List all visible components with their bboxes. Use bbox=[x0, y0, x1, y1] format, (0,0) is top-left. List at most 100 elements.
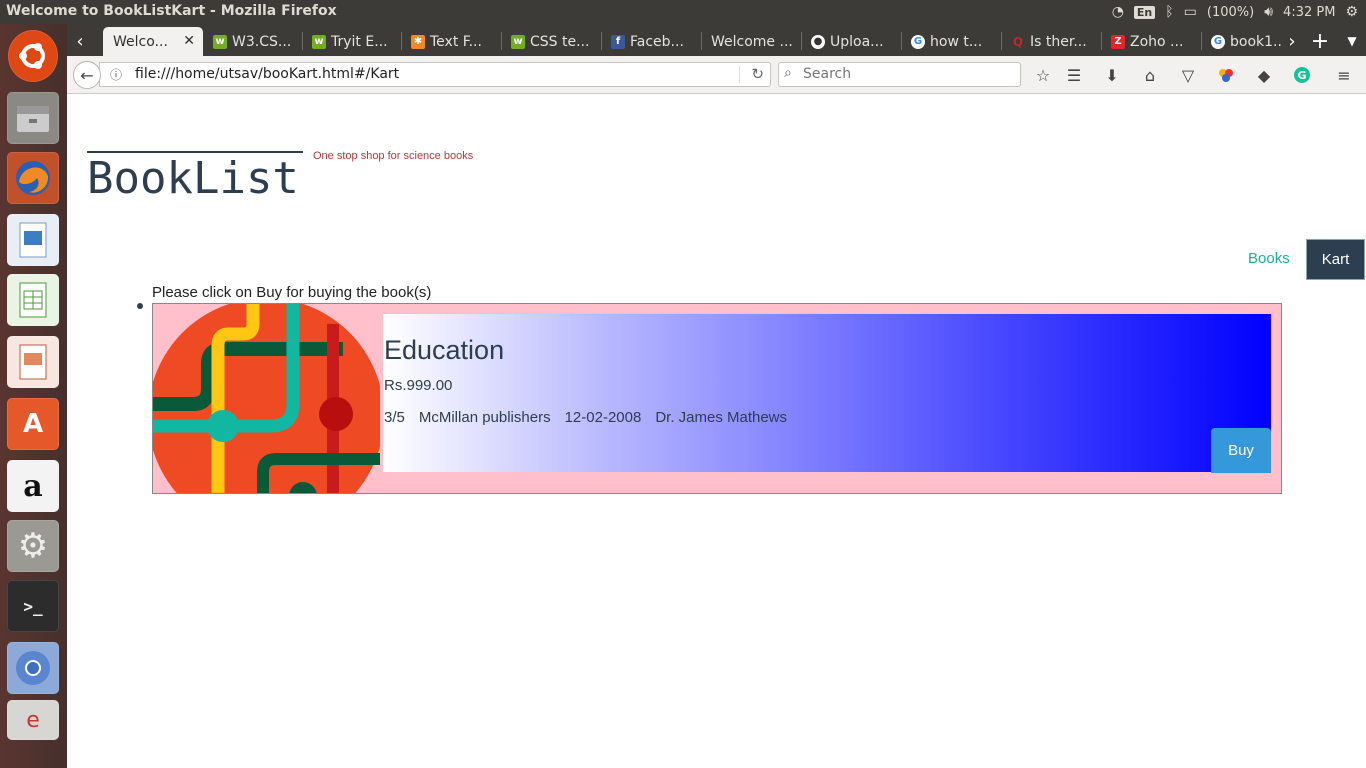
pocket-icon[interactable]: ▽ bbox=[1177, 65, 1199, 85]
book-rating: 3/5 bbox=[384, 409, 405, 426]
extension-arrow-icon[interactable]: ◆ bbox=[1253, 65, 1275, 85]
search-icon: ⌕ bbox=[784, 65, 792, 81]
new-tab-plus-icon[interactable]: + bbox=[1311, 28, 1329, 54]
brand-title[interactable]: BookList bbox=[87, 153, 303, 203]
google-icon: G bbox=[1211, 34, 1225, 49]
trash-icon[interactable]: e bbox=[7, 700, 59, 740]
tab-welcome[interactable]: Welcome ... bbox=[703, 27, 798, 56]
volume-icon[interactable]: 🔊︎ bbox=[1264, 4, 1273, 20]
asterisk-icon: ✱ bbox=[411, 34, 425, 49]
tab-label: Uploa... bbox=[830, 33, 884, 50]
book-meta: 3/5 McMillan publishers 12-02-2008 Dr. J… bbox=[384, 409, 787, 426]
ubuntu-dash-icon[interactable] bbox=[8, 30, 58, 82]
downloads-icon[interactable]: ⬇ bbox=[1101, 65, 1123, 85]
hamburger-menu-icon[interactable]: ≡ bbox=[1333, 65, 1355, 85]
unity-launcher: A a ⚙ >_ e bbox=[0, 24, 67, 768]
google-icon: G bbox=[911, 34, 925, 49]
nav-link-books[interactable]: Books bbox=[1248, 250, 1290, 267]
back-arrow-icon: ← bbox=[80, 65, 94, 85]
terminal-icon[interactable]: >_ bbox=[7, 580, 59, 632]
reload-icon[interactable]: ↻ bbox=[751, 65, 764, 83]
keyboard-layout-indicator[interactable]: En bbox=[1133, 5, 1156, 19]
tab-label: Faceb... bbox=[630, 33, 684, 50]
battery-icon[interactable]: ▭ bbox=[1184, 4, 1197, 20]
tagline: One stop shop for science books bbox=[313, 150, 474, 162]
tab-label: Zoho ... bbox=[1130, 33, 1184, 50]
quora-icon: Q bbox=[1012, 34, 1024, 49]
chromium-icon[interactable] bbox=[7, 642, 59, 694]
grammarly-icon[interactable]: G bbox=[1291, 65, 1313, 85]
close-tab-icon[interactable]: ✕ bbox=[183, 33, 195, 49]
amazon-icon[interactable]: a bbox=[7, 460, 59, 512]
book-date: 12-02-2008 bbox=[564, 409, 642, 426]
home-icon[interactable]: ⌂ bbox=[1139, 65, 1161, 85]
book-author: Dr. James Mathews bbox=[655, 409, 788, 426]
settings-gear-icon[interactable]: ⚙ bbox=[1345, 4, 1358, 20]
system-settings-icon[interactable]: ⚙ bbox=[7, 520, 59, 572]
top-panel: Welcome to BookListKart - Mozilla Firefo… bbox=[0, 0, 1366, 24]
tab-label: Tryit E... bbox=[331, 33, 388, 50]
tab-welcome-booklistkart[interactable]: Welco... ✕ bbox=[103, 27, 203, 56]
w3schools-icon: w bbox=[511, 34, 525, 49]
tab-tryit-editor[interactable]: w Tryit E... bbox=[304, 27, 399, 56]
list-bullet bbox=[137, 303, 143, 309]
info-icon[interactable]: ⓘ bbox=[110, 66, 122, 83]
tab-list-chevron-down-icon[interactable]: ▼ bbox=[1343, 28, 1361, 54]
book-cover-image bbox=[153, 304, 380, 493]
search-box[interactable]: ⌕ Search bbox=[778, 62, 1021, 87]
url-bar[interactable]: ⓘ file:///home/utsav/booKart.html#/Kart … bbox=[99, 62, 771, 87]
tab-facebook[interactable]: f Faceb... bbox=[603, 27, 698, 56]
tab-w3css[interactable]: w W3.CS... bbox=[205, 27, 300, 56]
tab-google-how-to[interactable]: G how t... bbox=[903, 27, 998, 56]
book-publisher: McMillan publishers bbox=[418, 409, 551, 426]
files-icon[interactable] bbox=[7, 92, 59, 144]
w3schools-icon: w bbox=[312, 34, 326, 49]
tab-label: Text F... bbox=[430, 33, 482, 50]
book-info-panel: Education Rs.999.00 3/5 McMillan publish… bbox=[383, 314, 1271, 473]
search-placeholder: Search bbox=[803, 66, 852, 82]
tab-label: Is ther... bbox=[1030, 33, 1087, 50]
bluetooth-icon[interactable]: ᛒ bbox=[1165, 4, 1173, 20]
tab-label: W3.CS... bbox=[232, 33, 292, 50]
github-icon: ● bbox=[811, 34, 825, 49]
window-title: Welcome to BookListKart - Mozilla Firefo… bbox=[6, 3, 337, 19]
book-card: Education Rs.999.00 3/5 McMillan publish… bbox=[152, 303, 1282, 494]
system-tray: ◔ En ᛒ ▭ (100%) 🔊︎ 4:32 PM ⚙ bbox=[1112, 0, 1358, 24]
firefox-icon[interactable] bbox=[7, 152, 59, 204]
reading-list-icon[interactable]: ☰ bbox=[1063, 65, 1085, 85]
tabs-scroll-right-icon[interactable]: › bbox=[1283, 28, 1301, 54]
color-extension-icon[interactable] bbox=[1215, 65, 1237, 85]
tab-google-book[interactable]: G book1... bbox=[1203, 27, 1283, 56]
tab-github-upload[interactable]: ● Uploa... bbox=[803, 27, 898, 56]
battery-percent: (100%) bbox=[1206, 4, 1255, 20]
wifi-icon[interactable]: ◔ bbox=[1112, 4, 1124, 20]
back-button[interactable]: ← bbox=[73, 61, 101, 89]
libreoffice-calc-icon[interactable] bbox=[7, 274, 59, 326]
clock[interactable]: 4:32 PM bbox=[1283, 5, 1335, 20]
navigation-toolbar: ⓘ file:///home/utsav/booKart.html#/Kart … bbox=[67, 56, 1366, 94]
book-title: Education bbox=[384, 335, 505, 365]
tabs-scroll-left-icon[interactable]: ‹ bbox=[71, 28, 89, 54]
nav-link-kart[interactable]: Kart bbox=[1306, 239, 1365, 280]
libreoffice-draw-icon[interactable] bbox=[7, 214, 59, 266]
buy-button[interactable]: Buy bbox=[1211, 428, 1271, 473]
tab-label: book1... bbox=[1230, 33, 1283, 50]
tab-quora[interactable]: Q Is ther... bbox=[1003, 27, 1098, 56]
svg-text:G: G bbox=[1297, 69, 1306, 82]
page-content: BookList One stop shop for science books… bbox=[67, 95, 1366, 768]
libreoffice-impress-icon[interactable] bbox=[7, 336, 59, 388]
tab-zoho[interactable]: Z Zoho ... bbox=[1103, 27, 1198, 56]
w3schools-icon: w bbox=[213, 34, 227, 49]
tab-label: Welcome ... bbox=[711, 33, 793, 50]
tab-label: how t... bbox=[930, 33, 983, 50]
bookmark-star-icon[interactable]: ☆ bbox=[1032, 65, 1054, 85]
tab-label: CSS te... bbox=[530, 33, 590, 50]
tab-label: Welco... bbox=[113, 33, 168, 50]
zoho-icon: Z bbox=[1111, 34, 1125, 49]
url-text[interactable]: file:///home/utsav/booKart.html#/Kart bbox=[135, 66, 399, 82]
tab-css-text[interactable]: w CSS te... bbox=[503, 27, 598, 56]
software-center-icon[interactable]: A bbox=[7, 398, 59, 450]
book-price: Rs.999.00 bbox=[384, 377, 453, 394]
kart-instruction: Please click on Buy for buying the book(… bbox=[152, 284, 432, 301]
tab-text-formatting[interactable]: ✱ Text F... bbox=[403, 27, 498, 56]
